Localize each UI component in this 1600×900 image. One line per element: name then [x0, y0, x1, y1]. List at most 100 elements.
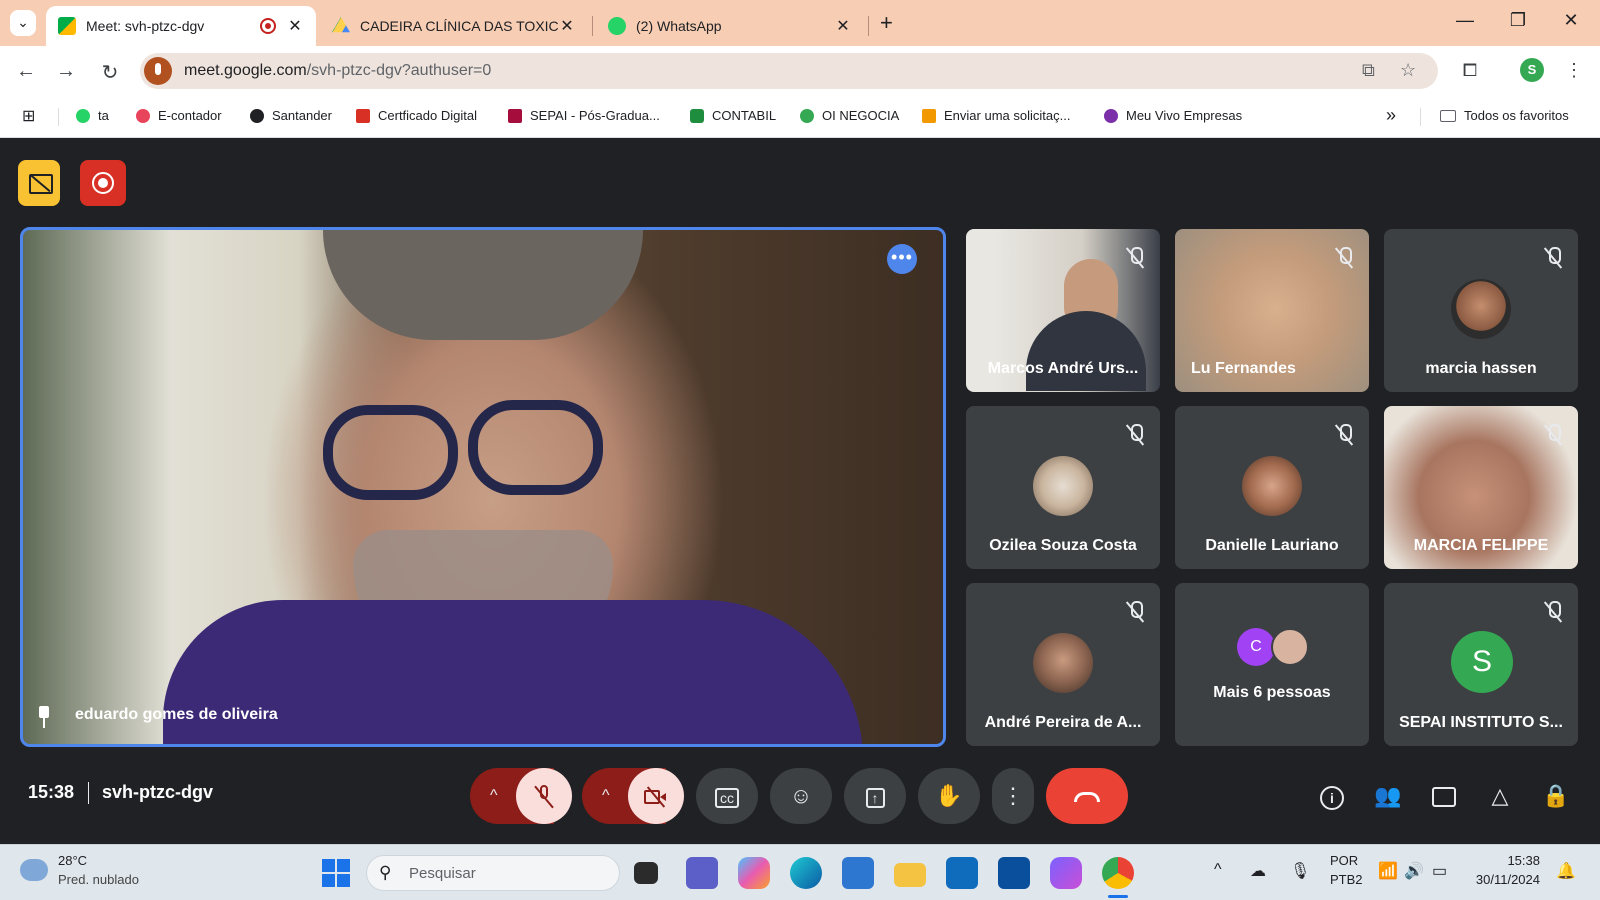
pin-icon[interactable]: [37, 706, 51, 728]
restore-icon[interactable]: ❐: [1503, 10, 1533, 31]
outlook-new-icon[interactable]: [946, 857, 978, 889]
bookmark-certificado[interactable]: Certficado Digital: [356, 108, 477, 123]
folder-icon: [1440, 109, 1456, 122]
system-clock-time[interactable]: 15:38: [1470, 853, 1540, 868]
participant-tile[interactable]: MARCIA FELIPPE: [1384, 406, 1578, 569]
bookmark-sepai[interactable]: SEPAI - Pós-Gradua...: [508, 108, 660, 123]
more-people-tile[interactable]: C Mais 6 pessoas: [1175, 583, 1369, 746]
leave-call-button[interactable]: [1046, 768, 1128, 824]
participant-name: Marcos André Urs...: [987, 360, 1139, 377]
more-vert-icon: ⋮: [1002, 783, 1024, 808]
present-button[interactable]: ↑: [844, 768, 906, 824]
close-tab-icon[interactable]: ✕: [834, 16, 852, 36]
bookmark-santander[interactable]: Santander: [250, 108, 332, 123]
raise-hand-button[interactable]: ✋: [918, 768, 980, 824]
host-lock-icon[interactable]: 🔒: [1540, 780, 1572, 812]
file-explorer-icon[interactable]: [894, 863, 926, 887]
mic-off-icon: [1335, 424, 1353, 446]
captions-button[interactable]: cc: [696, 768, 758, 824]
contabil-icon: [690, 108, 704, 123]
people-icon[interactable]: 👥: [1372, 780, 1404, 812]
participant-tile[interactable]: Ozilea Souza Costa: [966, 406, 1160, 569]
system-clock-date[interactable]: 30/11/2024: [1470, 872, 1540, 887]
battery-icon[interactable]: ▭: [1432, 861, 1447, 881]
bookmark-enviar-solicitacao[interactable]: Enviar uma solicitaç...: [922, 108, 1070, 123]
tab-drive[interactable]: CADEIRA CLÍNICA DAS TOXICO ✕: [320, 6, 588, 46]
recording-button[interactable]: [80, 160, 126, 206]
notification-bell-icon[interactable]: 🔔: [1556, 861, 1576, 881]
outlook-icon[interactable]: [998, 857, 1030, 889]
mic-toggle-button[interactable]: [516, 768, 572, 824]
speaker-name: eduardo gomes de oliveira: [75, 706, 278, 723]
bookmark-star-icon[interactable]: ☆: [1400, 60, 1416, 81]
url-text[interactable]: meet.google.com/svh-ptzc-dgv?authuser=0: [184, 62, 491, 80]
host-controls-button[interactable]: [18, 160, 60, 206]
participant-tile[interactable]: Marcos André Urs...: [966, 229, 1160, 392]
new-tab-button[interactable]: +: [880, 10, 893, 36]
bookmark-contabil[interactable]: CONTABIL: [690, 108, 776, 123]
microphone-icon[interactable]: 🎙: [1290, 861, 1310, 881]
checkmark-icon: [922, 108, 936, 123]
bookmark-meu-vivo[interactable]: Meu Vivo Empresas: [1104, 108, 1242, 123]
participant-tile[interactable]: Lu Fernandes: [1175, 229, 1369, 392]
tab-meet[interactable]: Meet: svh-ptzc-dgv ✕: [46, 6, 316, 46]
chrome-icon[interactable]: [1102, 857, 1134, 889]
chat-icon[interactable]: [1428, 780, 1460, 812]
task-view-icon[interactable]: [634, 862, 658, 884]
chrome-menu-icon[interactable]: ⋮: [1562, 60, 1586, 81]
close-tab-icon[interactable]: ✕: [286, 16, 304, 36]
copilot-icon[interactable]: [738, 857, 770, 889]
participant-tile[interactable]: André Pereira de A...: [966, 583, 1160, 746]
weather-temperature: 28°C: [58, 853, 88, 868]
forward-icon[interactable]: →: [54, 60, 78, 83]
extensions-icon[interactable]: ⧠: [1458, 60, 1482, 81]
reactions-button[interactable]: ☺: [770, 768, 832, 824]
input-language[interactable]: POR: [1330, 853, 1358, 868]
teams-icon[interactable]: [686, 857, 718, 889]
participant-name: marcia hassen: [1425, 360, 1537, 377]
participant-tile[interactable]: Danielle Lauriano: [1175, 406, 1369, 569]
tray-overflow-icon[interactable]: ^: [1214, 861, 1222, 879]
main-speaker-tile[interactable]: ••• eduardo gomes de oliveira: [20, 227, 946, 747]
present-screen-icon: ↑: [865, 788, 885, 808]
back-icon[interactable]: ←: [14, 60, 38, 83]
close-window-icon[interactable]: ✕: [1556, 10, 1586, 31]
keyboard-layout[interactable]: PTB2: [1330, 872, 1363, 887]
bookmarks-overflow-icon[interactable]: »: [1386, 105, 1396, 126]
bookmark-oi-negocia[interactable]: OI NEGOCIA: [800, 108, 899, 123]
windows-start-icon[interactable]: [322, 859, 350, 887]
apps-grid-icon[interactable]: ⊞: [22, 106, 35, 126]
participant-tile[interactable]: S SEPAI INSTITUTO S...: [1384, 583, 1578, 746]
weather-cloud-icon[interactable]: [20, 859, 48, 881]
copilot-app-icon[interactable]: [1050, 857, 1082, 889]
activities-icon[interactable]: △: [1484, 780, 1516, 812]
open-external-icon[interactable]: ⧉: [1362, 60, 1375, 81]
more-options-icon[interactable]: •••: [887, 244, 917, 274]
all-bookmarks-folder[interactable]: Todos os favoritos: [1440, 108, 1569, 123]
store-icon[interactable]: [842, 857, 874, 889]
participant-tile[interactable]: marcia hassen: [1384, 229, 1578, 392]
meeting-details-icon[interactable]: i: [1316, 780, 1348, 812]
bookmark-e-contador[interactable]: E-contador: [136, 108, 222, 123]
more-options-button[interactable]: ⋮: [992, 768, 1034, 824]
participant-avatar: S: [1451, 631, 1513, 693]
bookmark-label: Todos os favoritos: [1464, 108, 1569, 123]
taskbar-search-input[interactable]: ⚲ Pesquisar: [366, 855, 620, 891]
edge-icon[interactable]: [790, 857, 822, 889]
tab-search-chevron-icon[interactable]: ⌄: [10, 10, 36, 36]
onedrive-icon[interactable]: ☁: [1250, 861, 1266, 881]
wifi-icon[interactable]: 📶: [1378, 861, 1398, 881]
reload-icon[interactable]: ↻: [98, 60, 122, 85]
bookmark-ta[interactable]: ta: [76, 108, 109, 123]
search-icon: ⚲: [379, 863, 392, 882]
close-tab-icon[interactable]: ✕: [558, 16, 576, 36]
site-mic-permission-icon[interactable]: [144, 57, 172, 85]
camera-toggle-button[interactable]: [628, 768, 684, 824]
emoji-icon: ☺: [789, 783, 813, 808]
oi-icon: [800, 108, 814, 123]
address-bar[interactable]: meet.google.com/svh-ptzc-dgv?authuser=0 …: [140, 53, 1438, 89]
profile-avatar[interactable]: S: [1520, 58, 1544, 82]
tab-whatsapp[interactable]: (2) WhatsApp ✕: [596, 6, 864, 46]
minimize-icon[interactable]: —: [1450, 10, 1480, 31]
volume-icon[interactable]: 🔊: [1404, 861, 1424, 881]
